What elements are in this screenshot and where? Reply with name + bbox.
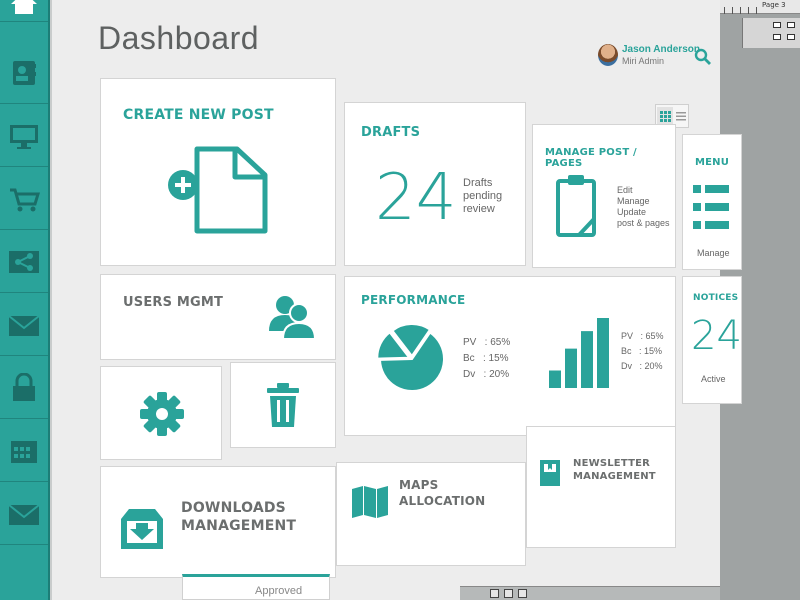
sidebar-item-calendar[interactable] — [0, 420, 48, 482]
sidebar — [0, 0, 50, 600]
toolbar-button[interactable] — [787, 34, 795, 40]
stat-pv-2: PV : 65% — [621, 331, 664, 341]
cart-icon — [10, 188, 41, 211]
sidebar-item-lock[interactable] — [0, 357, 48, 419]
menu-desc: Manage — [697, 248, 730, 258]
user-name: Jason Anderson — [622, 44, 700, 55]
stat-dv: Dv : 20% — [463, 369, 510, 380]
clipboard-icon — [556, 175, 596, 237]
sidebar-item-share[interactable] — [0, 231, 48, 293]
home-icon — [11, 0, 37, 14]
maps-title: MAPS ALLOCATION — [399, 478, 486, 508]
calendar-icon — [11, 440, 37, 463]
bottom-scrollbar[interactable] — [460, 586, 720, 600]
sidebar-item-cart[interactable] — [0, 168, 48, 230]
users-title: USERS MGMT — [123, 295, 224, 310]
list-icon — [693, 185, 729, 229]
download-box-icon — [121, 509, 163, 549]
users-tile[interactable]: USERS MGMT — [100, 274, 336, 360]
notices-title: NOTICES — [693, 293, 739, 303]
map-icon — [352, 486, 388, 518]
downloads-title: DOWNLOADS MANAGEMENT — [181, 500, 297, 534]
toolbar-button[interactable] — [773, 22, 781, 28]
performance-stats-right: PV : 65% Bc : 15% Dv : 20% — [621, 329, 664, 374]
drafts-title: DRAFTS — [361, 125, 421, 140]
sidebar-item-mail-2[interactable] — [0, 483, 48, 545]
mail-icon — [8, 314, 40, 336]
drafts-count: 24 — [375, 161, 457, 235]
manage-post-tile[interactable]: MANAGE POST / PAGES Edit Manage Update p… — [532, 124, 676, 268]
new-document-icon — [168, 146, 268, 234]
bar-4 — [597, 318, 609, 388]
lock-icon — [13, 372, 35, 401]
menu-title: MENU — [695, 157, 730, 168]
notices-count: 24 — [691, 313, 742, 359]
pie-chart — [377, 323, 445, 392]
sidebar-item-mail[interactable] — [0, 294, 48, 356]
notices-tile[interactable]: NOTICES 24 Active — [682, 276, 742, 404]
avatar[interactable] — [598, 44, 618, 66]
users-icon — [269, 296, 317, 340]
gear-icon — [140, 392, 184, 436]
approved-tab-label: Approved — [255, 585, 303, 597]
notices-desc: Active — [701, 374, 726, 384]
search-icon[interactable] — [694, 48, 712, 66]
ruler: Page 3 — [720, 0, 800, 14]
settings-tile[interactable] — [100, 366, 222, 460]
contacts-icon — [13, 60, 36, 85]
performance-title: PERFORMANCE — [361, 293, 466, 307]
list-view-icon[interactable] — [673, 107, 689, 125]
stat-bc: Bc : 15% — [463, 353, 509, 364]
bar-2 — [565, 348, 577, 388]
trash-tile[interactable] — [230, 362, 336, 448]
sidebar-item-monitor[interactable] — [0, 105, 48, 167]
newsletter-title: NEWSLETTER MANAGEMENT — [573, 458, 656, 482]
grid-view-icon[interactable] — [657, 107, 673, 125]
mail-icon — [8, 503, 40, 525]
downloads-tile[interactable]: DOWNLOADS MANAGEMENT — [100, 466, 336, 578]
stat-pv: PV : 65% — [463, 337, 511, 348]
user-role: Miri Admin — [622, 56, 665, 66]
maps-tile[interactable]: MAPS ALLOCATION — [336, 462, 526, 566]
monitor-icon — [10, 124, 38, 149]
stat-bc-2: Bc : 15% — [621, 346, 663, 356]
user-menu[interactable]: Jason Anderson Miri Admin — [598, 42, 718, 74]
share-icon — [9, 250, 39, 273]
performance-tile[interactable]: PERFORMANCE PV : 65% Bc : 15% Dv : 20% P… — [344, 276, 676, 436]
sidebar-item-home[interactable] — [0, 0, 48, 22]
bar-chart — [549, 318, 609, 388]
drafts-desc: Drafts pending review — [463, 177, 503, 215]
trash-icon — [267, 383, 299, 427]
chrome-toolbar — [742, 18, 800, 48]
toolbar-button[interactable] — [787, 22, 795, 28]
page-title: Dashboard — [98, 20, 260, 56]
create-post-tile[interactable]: CREATE NEW POST — [100, 78, 336, 266]
menu-tile[interactable]: MENU Manage — [682, 134, 742, 270]
performance-stats-left: PV : 65% Bc : 15% Dv : 20% — [463, 335, 510, 383]
bar-3 — [581, 331, 593, 388]
newsletter-tile[interactable]: NEWSLETTER MANAGEMENT — [526, 426, 676, 548]
stat-dv-2: Dv : 20% — [621, 361, 663, 371]
page-label: Page 3 — [762, 1, 786, 9]
approved-tab[interactable]: Approved — [182, 574, 330, 600]
manage-post-desc: Edit Manage Update post & pages — [617, 185, 670, 228]
newsletter-icon — [540, 460, 560, 486]
toolbar-button[interactable] — [773, 34, 781, 40]
sidebar-item-contacts[interactable] — [0, 42, 48, 104]
drafts-tile[interactable]: DRAFTS 24 Drafts pending review — [344, 102, 526, 266]
manage-post-title: MANAGE POST / PAGES — [545, 147, 637, 169]
bar-1 — [549, 370, 561, 388]
create-post-title: CREATE NEW POST — [123, 107, 274, 123]
